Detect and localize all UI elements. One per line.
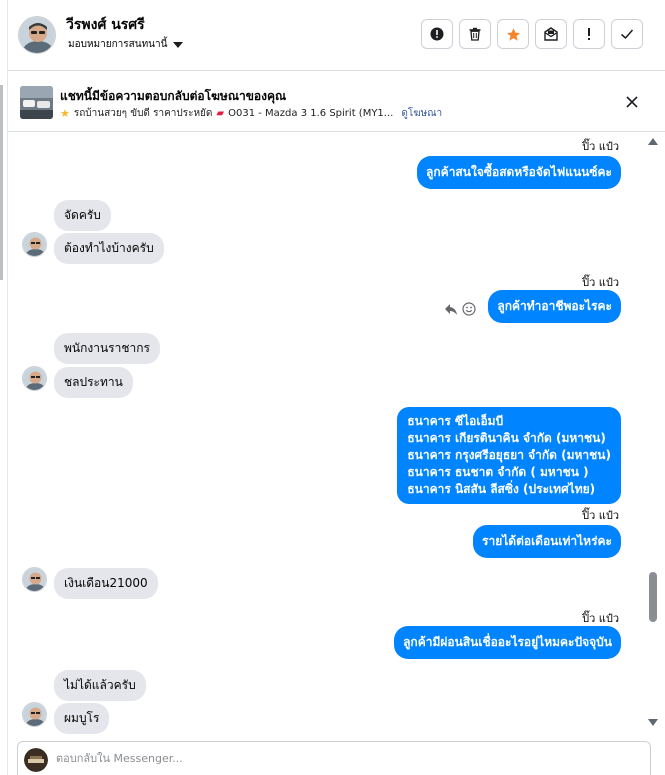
scrollbar-thumb[interactable] [649,572,657,622]
sender-name: ปิ๊ว แป๋ว [582,276,619,289]
contact-avatar-small [22,702,47,727]
ad-title: แชทนี้มีข้อความตอบกลับต่อโฆษณาของคุณ [60,89,287,103]
caret-down-icon [173,41,184,48]
bank-line: ธนาคาร ธนชาต จำกัด ( มหาชน ) [407,465,589,479]
ad-reply-banner: แชทนี้มีข้อความตอบกลับต่อโฆษณาของคุณ ★ ร… [8,71,665,132]
outgoing-message[interactable]: ลูกค้าสนใจซื้อสดหรือจัดไฟแนนซ์คะ [417,156,621,189]
conversation-header: วีรพงศ์ นรศรี มอบหมายการสนทนานี้ [8,0,665,71]
ad-subtitle: ★ รถบ้านสวยๆ ขับดี ราคาประหยัด ▰ O031 - … [60,106,442,121]
incoming-message[interactable]: ชลประทาน [54,367,133,398]
scroll-up-arrow-icon[interactable] [648,138,658,145]
done-button[interactable] [611,19,643,49]
close-icon [626,96,638,108]
outgoing-message[interactable]: รายได้ต่อเดือนเท่าไหร่คะ [473,525,621,558]
assign-label: มอบหมายการสนทนานี้ [68,39,168,50]
conversation-toolbar [421,19,643,49]
star-icon: ★ [60,107,70,120]
reply-icon[interactable] [444,302,458,316]
page-avatar [24,748,48,772]
view-ad-link[interactable]: ดูโฆษณา [401,106,442,121]
contact-avatar-small [22,567,47,592]
bank-line: ธนาคาร นิสสัน ลีสซิ่ง (ประเทศไทย) [407,482,596,496]
contact-avatar[interactable] [18,16,56,54]
incoming-message[interactable]: เงินเดือน21000 [54,568,158,599]
bank-line: ธนาคาร กรุงศรีอยุธยา จำกัด (มหาชน) [407,448,611,462]
sender-name: ปิ๊ว แป๋ว [582,509,619,522]
assign-conversation-dropdown[interactable]: มอบหมายการสนทนานี้ [68,37,184,52]
message-actions [444,302,476,316]
exclamation-icon [588,28,590,40]
outgoing-message[interactable]: ลูกค้ามีผ่อนสินเชื่ออะไรอยู่ไหมคะปัจจุบั… [394,626,621,659]
delete-button[interactable] [459,19,491,49]
check-icon [621,29,634,40]
bank-line: ธนาคาร ซีไอเอ็มบี [407,414,504,428]
incoming-message[interactable]: ต้องทำไงบ้างครับ [54,233,164,264]
ad-car-text: O031 - Mazda 3 1.6 Spirit (MY1... [228,108,394,119]
star-button[interactable] [497,19,529,49]
ad-thumbnail[interactable] [20,86,53,119]
message-thread[interactable]: ปิ๊ว แป๋ว ลูกค้าสนใจซื้อสดหรือจัดไฟแนนซ์… [8,132,665,735]
spam-button[interactable] [421,19,453,49]
incoming-message[interactable]: พนักงานราชากร [54,333,160,364]
ad-subtitle-text: รถบ้านสวยๆ ขับดี ราคาประหยัด [73,108,213,119]
contact-avatar-small [22,366,47,391]
mark-unread-icon [544,27,558,41]
alert-circle-icon [430,27,444,41]
reply-input[interactable] [56,752,616,765]
incoming-message[interactable]: จัดครับ [54,200,111,231]
mark-unread-button[interactable] [535,19,567,49]
car-icon: ▰ [216,108,225,119]
close-banner-button[interactable] [625,94,639,108]
incoming-message[interactable]: ผมบูโร [54,703,110,734]
incoming-message[interactable]: ไม่ได้แล้วครับ [54,670,146,701]
outgoing-message[interactable]: ลูกค้าทำอาชีพอะไรคะ [488,290,621,323]
bank-line: ธนาคาร เกียรตินาคิน จำกัด (มหาชน) [407,431,606,445]
scroll-down-arrow-icon[interactable] [648,719,658,726]
trash-icon [469,27,481,41]
window-scroll-indicator [0,85,3,280]
star-icon [506,27,520,41]
contact-name[interactable]: วีรพงศ์ นรศรี [66,14,145,36]
sender-name: ปิ๊ว แป๋ว [582,612,619,625]
emoji-icon[interactable] [462,302,476,316]
reply-composer [17,741,651,775]
follow-up-button[interactable] [573,19,605,49]
contact-avatar-small [22,232,47,257]
outgoing-message-bank-list[interactable]: ธนาคาร ซีไอเอ็มบี ธนาคาร เกียรตินาคิน จำ… [397,407,621,504]
sender-name: ปิ๊ว แป๋ว [582,140,619,153]
